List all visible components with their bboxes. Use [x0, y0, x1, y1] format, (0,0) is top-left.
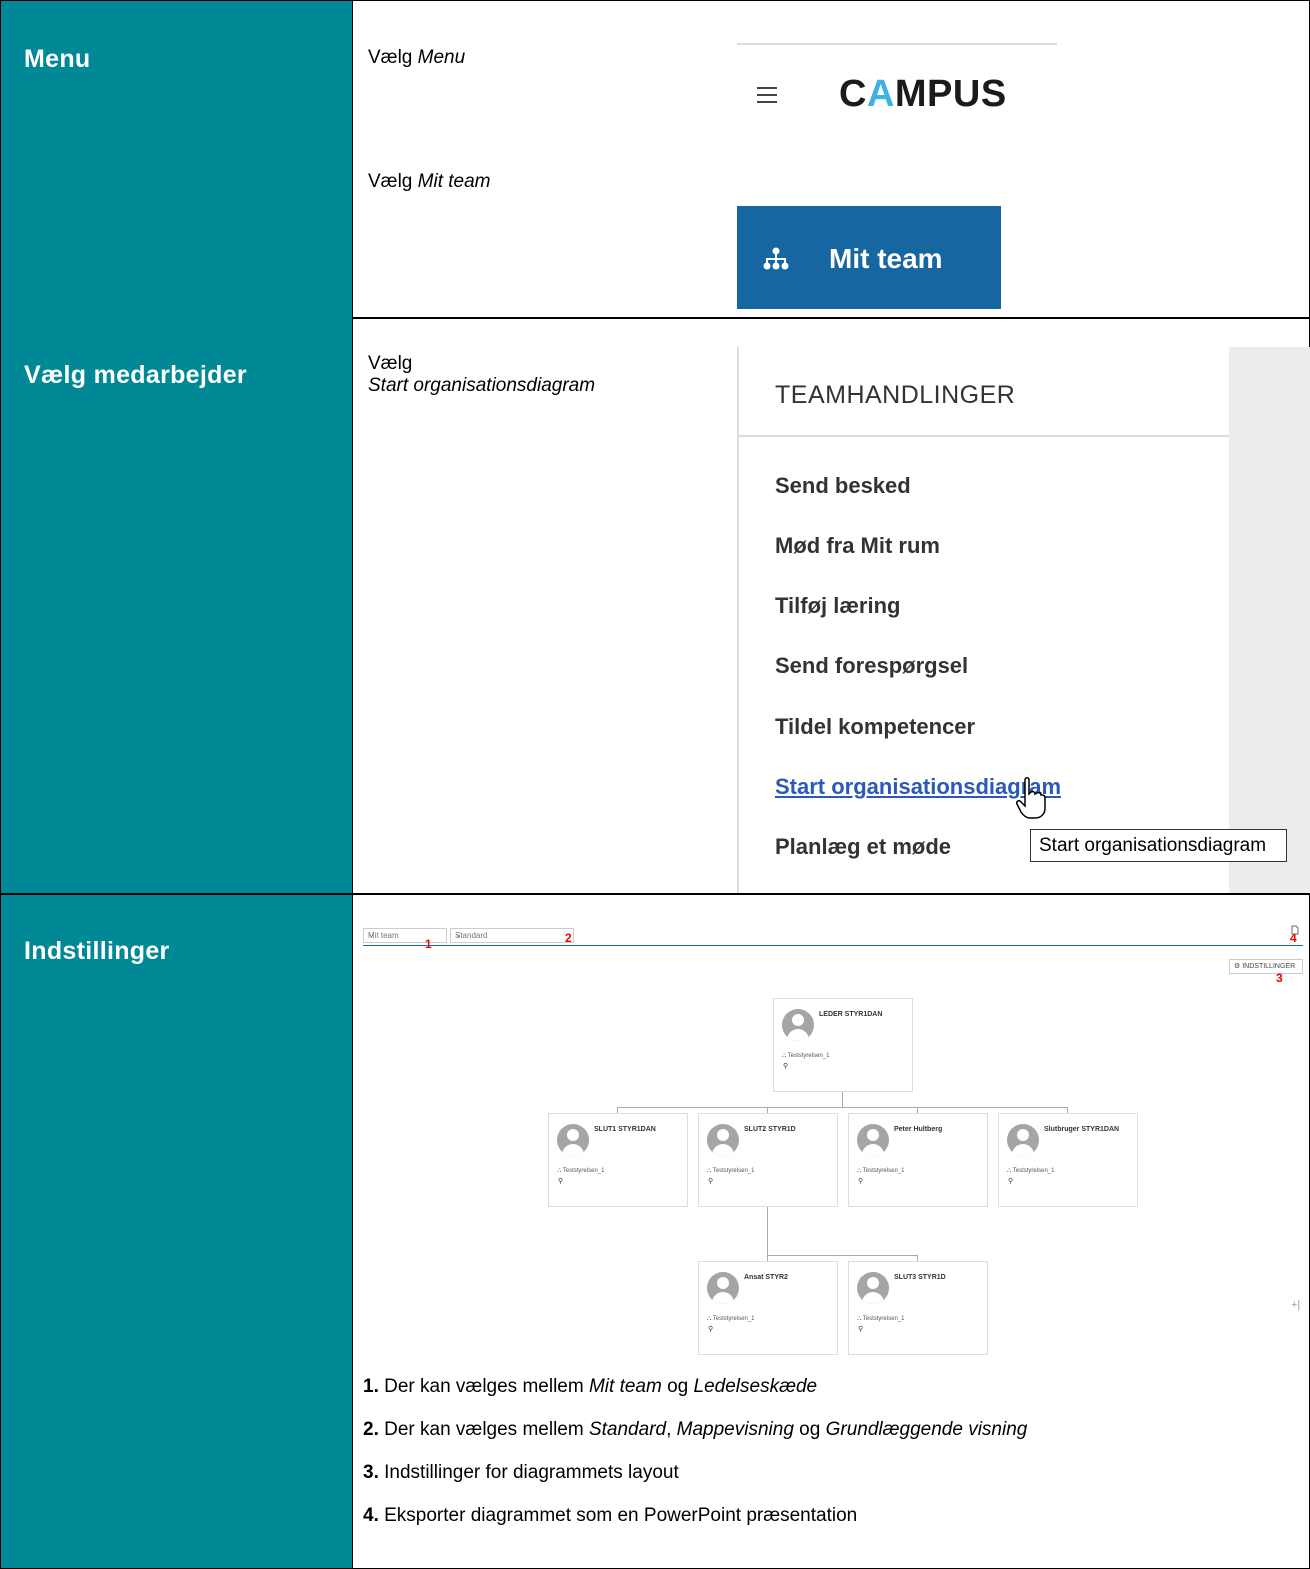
location-pin-icon: ⚲	[858, 1326, 864, 1333]
panel-title: TEAMHANDLINGER	[775, 381, 1016, 409]
avatar	[1007, 1124, 1039, 1156]
row-heading: Menu	[24, 45, 91, 73]
mit-team-label: Mit team	[829, 243, 943, 274]
location-pin-icon: ⚲	[708, 1178, 714, 1185]
row-label-cell: Indstillinger	[1, 895, 353, 1568]
row-menu: Menu Vælg Menu Vælg Mit team CAMPUS Mit …	[1, 1, 1309, 319]
row-heading: Vælg medarbejder	[24, 361, 247, 389]
campus-header-screenshot: CAMPUS	[737, 43, 1057, 145]
avatar	[857, 1124, 889, 1156]
org-card[interactable]: SLUT1 STYR1DAN ⛬ Teststyrelsen_1 ⚲	[548, 1113, 688, 1207]
action-plan-meeting[interactable]: Planlæg et møde	[775, 834, 951, 860]
location-pin-icon: ⚲	[708, 1326, 714, 1333]
action-send-message[interactable]: Send besked	[775, 473, 911, 499]
location-pin-icon: ⚲	[783, 1063, 789, 1070]
tooltip: Start organisationsdiagram	[1030, 829, 1287, 862]
location-pin-icon: ⚲	[1008, 1178, 1014, 1185]
location-pin-icon: ⚲	[558, 1178, 564, 1185]
avatar	[707, 1124, 739, 1156]
team-select[interactable]: Mit team ⌄	[363, 928, 447, 943]
marker-1: 1	[425, 937, 432, 951]
note-item: 1. Der kan vælges mellem Mit team og Led…	[363, 1376, 818, 1397]
row-heading: Indstillinger	[24, 937, 170, 965]
action-add-learning[interactable]: Tilføj læring	[775, 593, 900, 619]
location-pin-icon: ⚲	[858, 1178, 864, 1185]
avatar	[782, 1009, 814, 1041]
step-text: Vælg Start organisationsdiagram	[368, 353, 596, 396]
org-chart-icon	[763, 247, 789, 270]
view-select[interactable]: Standard ⌄	[450, 928, 574, 943]
marker-2: 2	[565, 931, 572, 945]
step-text: Vælg Mit team	[368, 171, 491, 192]
org-card[interactable]: SLUT2 STYR1D ⛬ Teststyrelsen_1 ⚲	[698, 1113, 838, 1207]
export-icon[interactable]	[1291, 925, 1299, 935]
action-assign-competencies[interactable]: Tildel kompetencer	[775, 714, 975, 740]
mit-team-button[interactable]: Mit team	[737, 206, 1001, 309]
avatar	[707, 1272, 739, 1304]
org-card[interactable]: Peter Hultberg ⛬ Teststyrelsen_1 ⚲	[848, 1113, 988, 1207]
settings-button[interactable]: ⚙ INDSTILLINGER	[1229, 959, 1303, 974]
row-label-cell: Menu	[1, 1, 353, 317]
campus-logo: CAMPUS	[839, 73, 1007, 115]
instruction-table: Menu Vælg Menu Vælg Mit team CAMPUS Mit …	[0, 0, 1310, 1569]
avatar	[857, 1272, 889, 1304]
action-meet-from-room[interactable]: Mød fra Mit rum	[775, 533, 940, 559]
zoom-in-icon[interactable]: +|	[1291, 1299, 1300, 1311]
note-item: 4. Eksporter diagrammet som en PowerPoin…	[363, 1505, 858, 1526]
note-item: 2. Der kan vælges mellem Standard, Mappe…	[363, 1419, 1028, 1440]
step-text: Vælg Menu	[368, 47, 466, 68]
hamburger-menu-icon[interactable]	[757, 87, 777, 103]
org-chart-screenshot: Mit team ⌄ Standard ⌄ 1 2 4 ⚙ INDSTILLINGE…	[363, 895, 1309, 1355]
hand-cursor-icon	[1016, 777, 1046, 819]
org-card[interactable]: Slutbruger STYR1DAN ⛬ Teststyrelsen_1 ⚲	[998, 1113, 1138, 1207]
avatar	[557, 1124, 589, 1156]
org-card[interactable]: LEDER STYR1DAN ⛬ Teststyrelsen_1 ⚲	[773, 998, 913, 1092]
note-item: 3. Indstillinger for diagrammets layout	[363, 1462, 679, 1483]
org-card[interactable]: Ansat STYR2 ⛬ Teststyrelsen_1 ⚲	[698, 1261, 838, 1355]
org-card[interactable]: SLUT3 STYR1D ⛬ Teststyrelsen_1 ⚲	[848, 1261, 988, 1355]
marker-3: 3	[1276, 971, 1283, 985]
row-label-cell: Vælg medarbejder	[1, 317, 353, 893]
action-send-request[interactable]: Send forespørgsel	[775, 653, 968, 679]
